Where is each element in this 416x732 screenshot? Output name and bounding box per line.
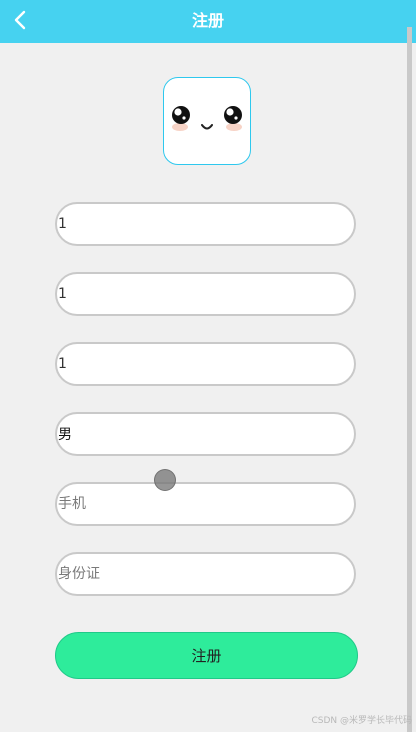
header-bar: 注册 xyxy=(0,0,416,43)
page-title: 注册 xyxy=(191,11,224,30)
scrollbar[interactable] xyxy=(407,27,412,732)
register-button[interactable]: 注册 xyxy=(55,632,358,679)
form-field-2[interactable] xyxy=(55,272,356,316)
cute-face-icon xyxy=(172,106,242,131)
gender-field[interactable] xyxy=(55,412,356,456)
touch-indicator xyxy=(154,469,176,491)
id-card-field[interactable] xyxy=(55,552,356,596)
form-field-1[interactable] xyxy=(55,202,356,246)
watermark: CSDN @米罗学长毕代码 xyxy=(311,716,412,726)
avatar[interactable] xyxy=(163,77,251,165)
phone-field[interactable] xyxy=(55,482,356,526)
form-field-3[interactable] xyxy=(55,342,356,386)
